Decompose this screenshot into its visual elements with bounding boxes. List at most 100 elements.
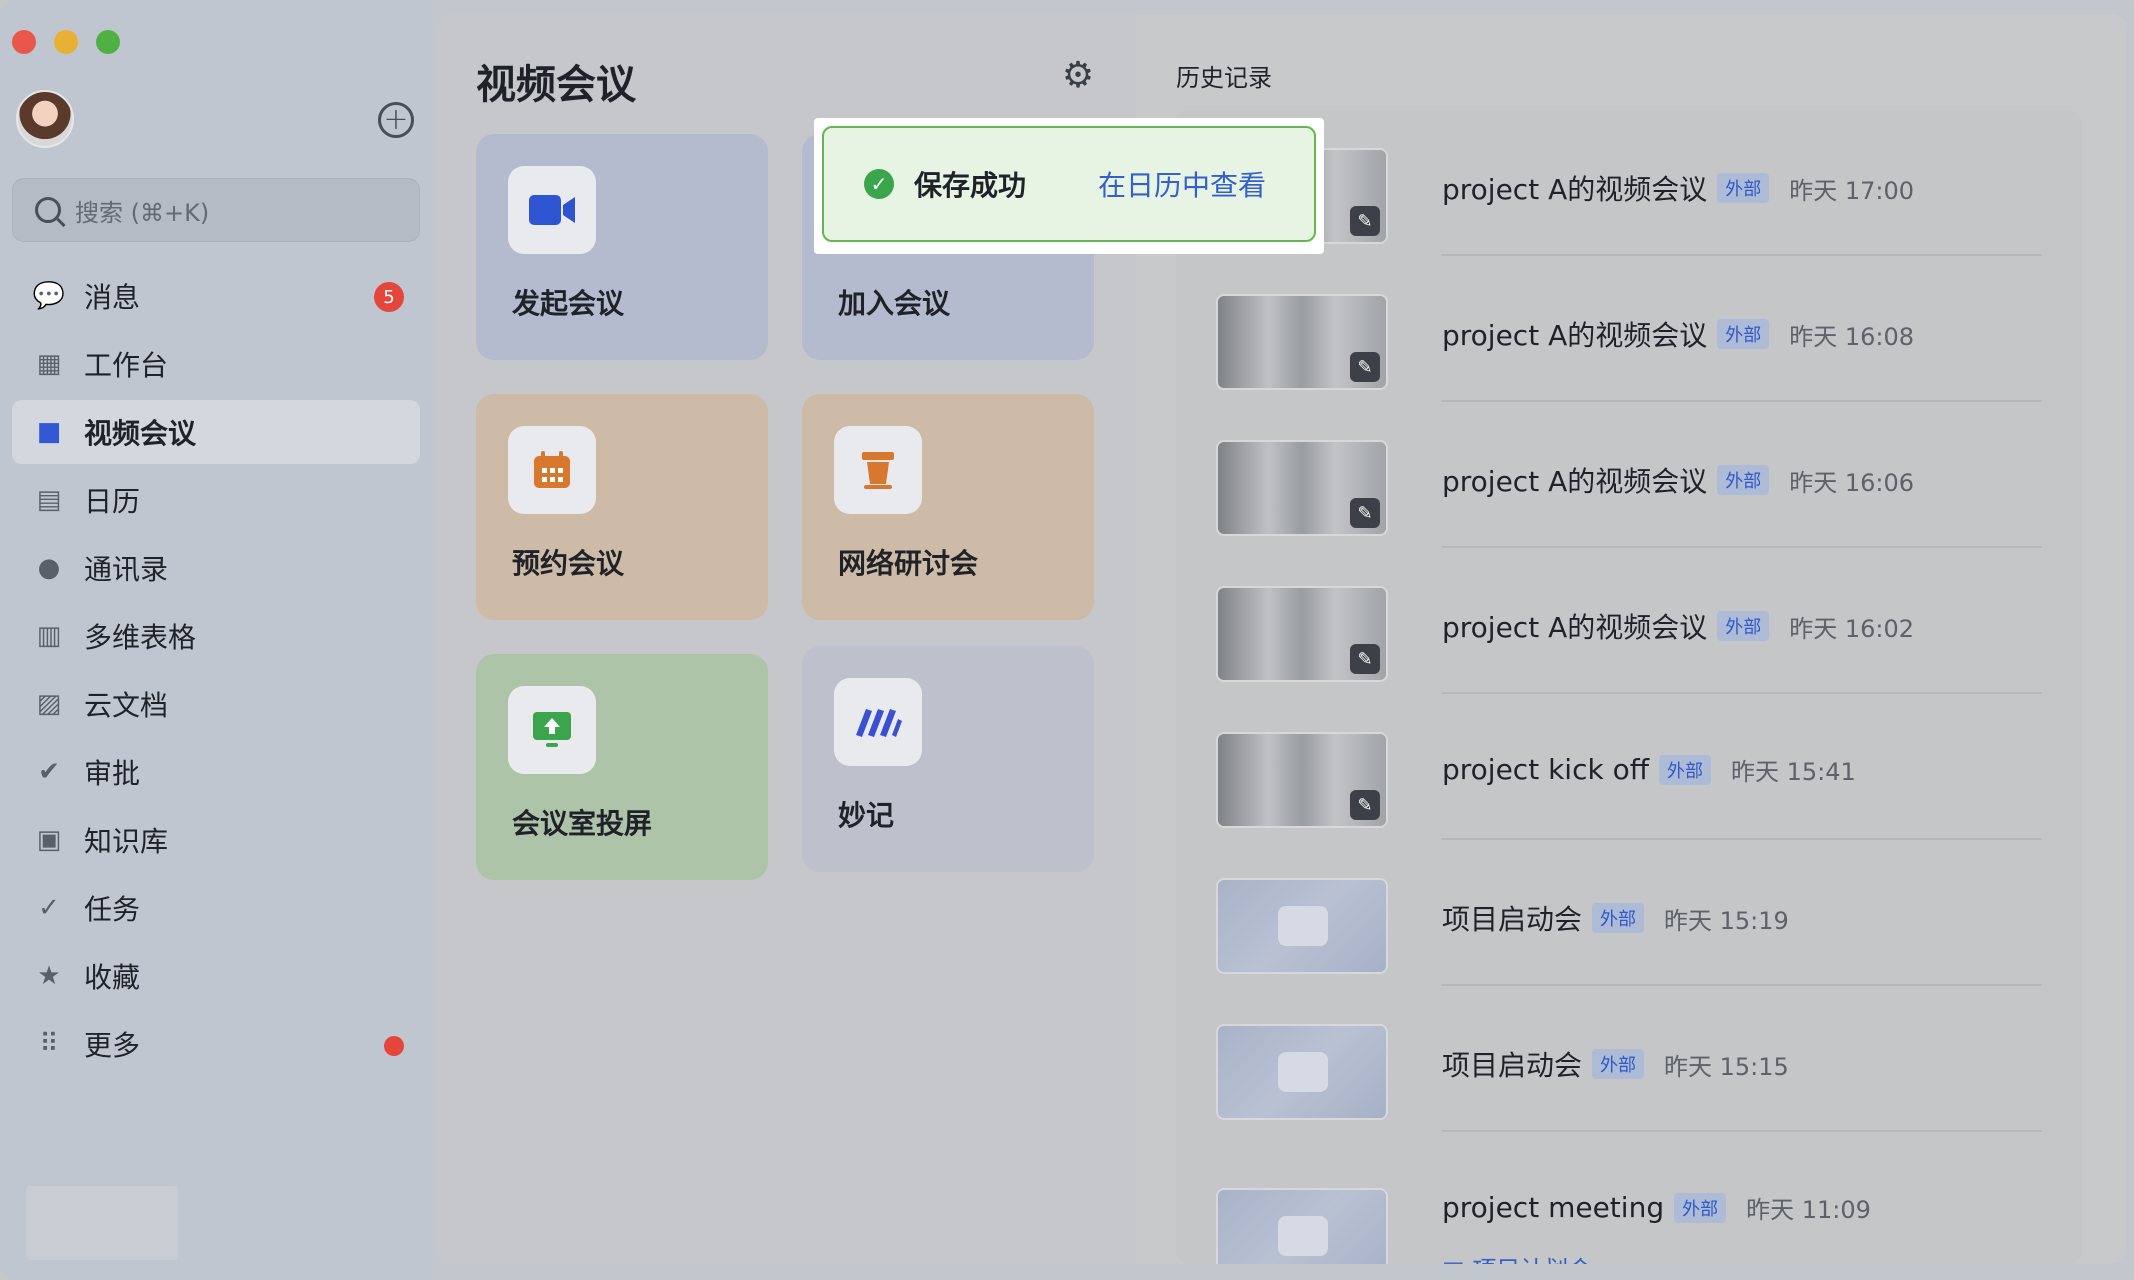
add-icon[interactable]: +: [378, 102, 414, 138]
sidebar-item-contacts[interactable]: ● 通讯录: [12, 536, 420, 600]
search-placeholder: 搜索 (⌘+K): [75, 198, 210, 227]
external-tag: 外部: [1659, 754, 1712, 785]
recording-icon: ✎: [1350, 644, 1380, 674]
recording-icon: ✎: [1350, 206, 1380, 236]
avatar[interactable]: [16, 90, 74, 148]
sidebar-item-favorites[interactable]: ★ 收藏: [12, 944, 420, 1008]
video-camera-icon: [1278, 1052, 1328, 1092]
close-window-button[interactable]: [12, 30, 36, 54]
sidebar-item-label: 云文档: [84, 689, 169, 722]
video-camera-icon: [508, 166, 596, 254]
external-tag: 外部: [1717, 173, 1770, 203]
notification-dot: [384, 1036, 404, 1056]
video-camera-icon: [1278, 906, 1328, 946]
sidebar-item-tasks[interactable]: ✓ 任务: [12, 876, 420, 940]
start-meeting-card[interactable]: 发起会议: [476, 134, 768, 360]
meeting-thumbnail: [1216, 878, 1388, 974]
search-input[interactable]: 搜索 (⌘+K): [12, 178, 420, 242]
history-row[interactable]: ✎ project A的视频会议 外部 昨天 16:06: [1176, 402, 2082, 548]
more-dots-icon: ⠿: [39, 1029, 59, 1059]
history-row[interactable]: ✎ project A的视频会议 外部 昨天 16:08: [1176, 256, 2082, 402]
sidebar-item-messages[interactable]: 💬 消息 5: [12, 264, 420, 328]
history-row[interactable]: ✎ project A的视频会议 外部 昨天 16:02: [1176, 548, 2082, 694]
recording-icon: ✎: [1350, 790, 1380, 820]
meeting-thumbnail: ✎: [1216, 294, 1388, 390]
chat-icon: 💬: [32, 281, 66, 311]
meeting-thumbnail: ✎: [1216, 732, 1388, 828]
meeting-time: 昨天 17:00: [1789, 176, 1915, 205]
meeting-thumbnail: ✎: [1216, 440, 1388, 536]
sidebar-item-label: 通讯录: [84, 553, 169, 586]
sidebar-item-workplace[interactable]: ▦ 工作台: [12, 332, 420, 396]
toast-message: 保存成功: [914, 169, 1027, 202]
meeting-time: 昨天 16:08: [1789, 322, 1915, 351]
app-window: + 搜索 (⌘+K) 💬 消息 5 ▦ 工作台 ■ 视频会议 ▤ 日历 ● 通讯…: [0, 0, 2134, 1280]
minimize-window-button[interactable]: [54, 30, 78, 54]
view-in-calendar-link[interactable]: 在日历中查看: [1098, 164, 1266, 204]
history-title: 历史记录: [1176, 64, 1272, 92]
sidebar-item-label: 日历: [84, 485, 141, 518]
podium-icon: [834, 426, 922, 514]
sidebar-item-label: 知识库: [84, 825, 169, 858]
approval-icon: ✔: [38, 757, 60, 787]
recording-icon: ✎: [1350, 498, 1380, 528]
document-icon: ▨: [36, 689, 62, 719]
sidebar-item-label: 收藏: [84, 961, 141, 994]
room-screen-share-card[interactable]: 会议室投屏: [476, 654, 768, 880]
sidebar-item-base[interactable]: ▥ 多维表格: [12, 604, 420, 668]
meeting-title: 项目启动会: [1442, 1049, 1583, 1082]
star-icon: ★: [37, 961, 61, 991]
room-screen-share-label: 会议室投屏: [512, 807, 653, 840]
meeting-title: project meeting: [1442, 1191, 1665, 1224]
screen-share-icon: [508, 686, 596, 774]
save-success-toast: ✓ 保存成功 在日历中查看: [814, 118, 1324, 254]
webinar-card[interactable]: 网络研讨会: [802, 394, 1094, 620]
sidebar-item-wiki[interactable]: ▣ 知识库: [12, 808, 420, 872]
minutes-card[interactable]: 妙记: [802, 646, 1094, 872]
sidebar-item-more[interactable]: ⠿ 更多: [12, 1012, 420, 1076]
schedule-meeting-card[interactable]: 预约会议: [476, 394, 768, 620]
meeting-time: 昨天 11:09: [1746, 1196, 1871, 1224]
maximize-window-button[interactable]: [96, 30, 120, 54]
meeting-thumbnail: ✎: [1216, 586, 1388, 682]
sidebar-item-video-meeting[interactable]: ■ 视频会议: [12, 400, 420, 464]
gear-icon[interactable]: ⚙: [1060, 58, 1096, 94]
meeting-title: project A的视频会议: [1442, 319, 1708, 352]
history-row[interactable]: 项目启动会 外部 昨天 15:19: [1176, 840, 2082, 986]
join-meeting-label: 加入会议: [838, 287, 951, 320]
history-row[interactable]: ✎ project kick off 外部 昨天 15:41: [1176, 694, 2082, 840]
video-camera-icon: [1278, 1216, 1328, 1256]
minutes-icon: [834, 678, 922, 766]
success-check-icon: ✓: [864, 169, 894, 199]
sidebar-item-calendar[interactable]: ▤ 日历: [12, 468, 420, 532]
history-row[interactable]: project meeting 外部昨天 11:09 ▤ 项目计划会: [1176, 1132, 2082, 1264]
meeting-title: project A的视频会议: [1442, 611, 1708, 644]
sidebar-item-label: 审批: [84, 757, 141, 790]
sidebar-item-label: 任务: [84, 893, 141, 926]
meeting-time: 昨天 15:15: [1664, 1052, 1789, 1081]
sidebar-footer-thumbnail: [26, 1186, 178, 1260]
window-controls: [12, 30, 120, 54]
sidebar-item-docs[interactable]: ▨ 云文档: [12, 672, 420, 736]
search-icon: [35, 197, 61, 223]
meeting-time: 昨天 15:19: [1664, 906, 1789, 935]
calendar-icon: ▤: [36, 485, 62, 515]
calendar-icon: [508, 426, 596, 514]
sidebar-item-label: 多维表格: [84, 621, 197, 654]
meeting-time: 昨天 15:41: [1731, 758, 1856, 786]
linked-event-link[interactable]: ▤ 项目计划会: [1442, 1250, 1592, 1264]
sidebar-item-label: 工作台: [84, 349, 169, 382]
external-tag: 外部: [1717, 465, 1770, 495]
task-check-icon: ✓: [38, 893, 60, 923]
meeting-title: project A的视频会议: [1442, 173, 1708, 206]
sidebar-item-approval[interactable]: ✔ 审批: [12, 740, 420, 804]
history-row[interactable]: 项目启动会 外部 昨天 15:15: [1176, 986, 2082, 1132]
recording-icon: ✎: [1350, 352, 1380, 382]
external-tag: 外部: [1717, 611, 1770, 641]
video-camera-icon: ■: [36, 417, 62, 447]
sidebar-item-label: 更多: [84, 1029, 141, 1062]
external-tag: 外部: [1717, 319, 1770, 349]
sidebar-nav: 💬 消息 5 ▦ 工作台 ■ 视频会议 ▤ 日历 ● 通讯录 ▥ 多维表格 ▨ …: [12, 264, 420, 1080]
meeting-title: project A的视频会议: [1442, 465, 1708, 498]
table-icon: ▥: [36, 621, 62, 651]
